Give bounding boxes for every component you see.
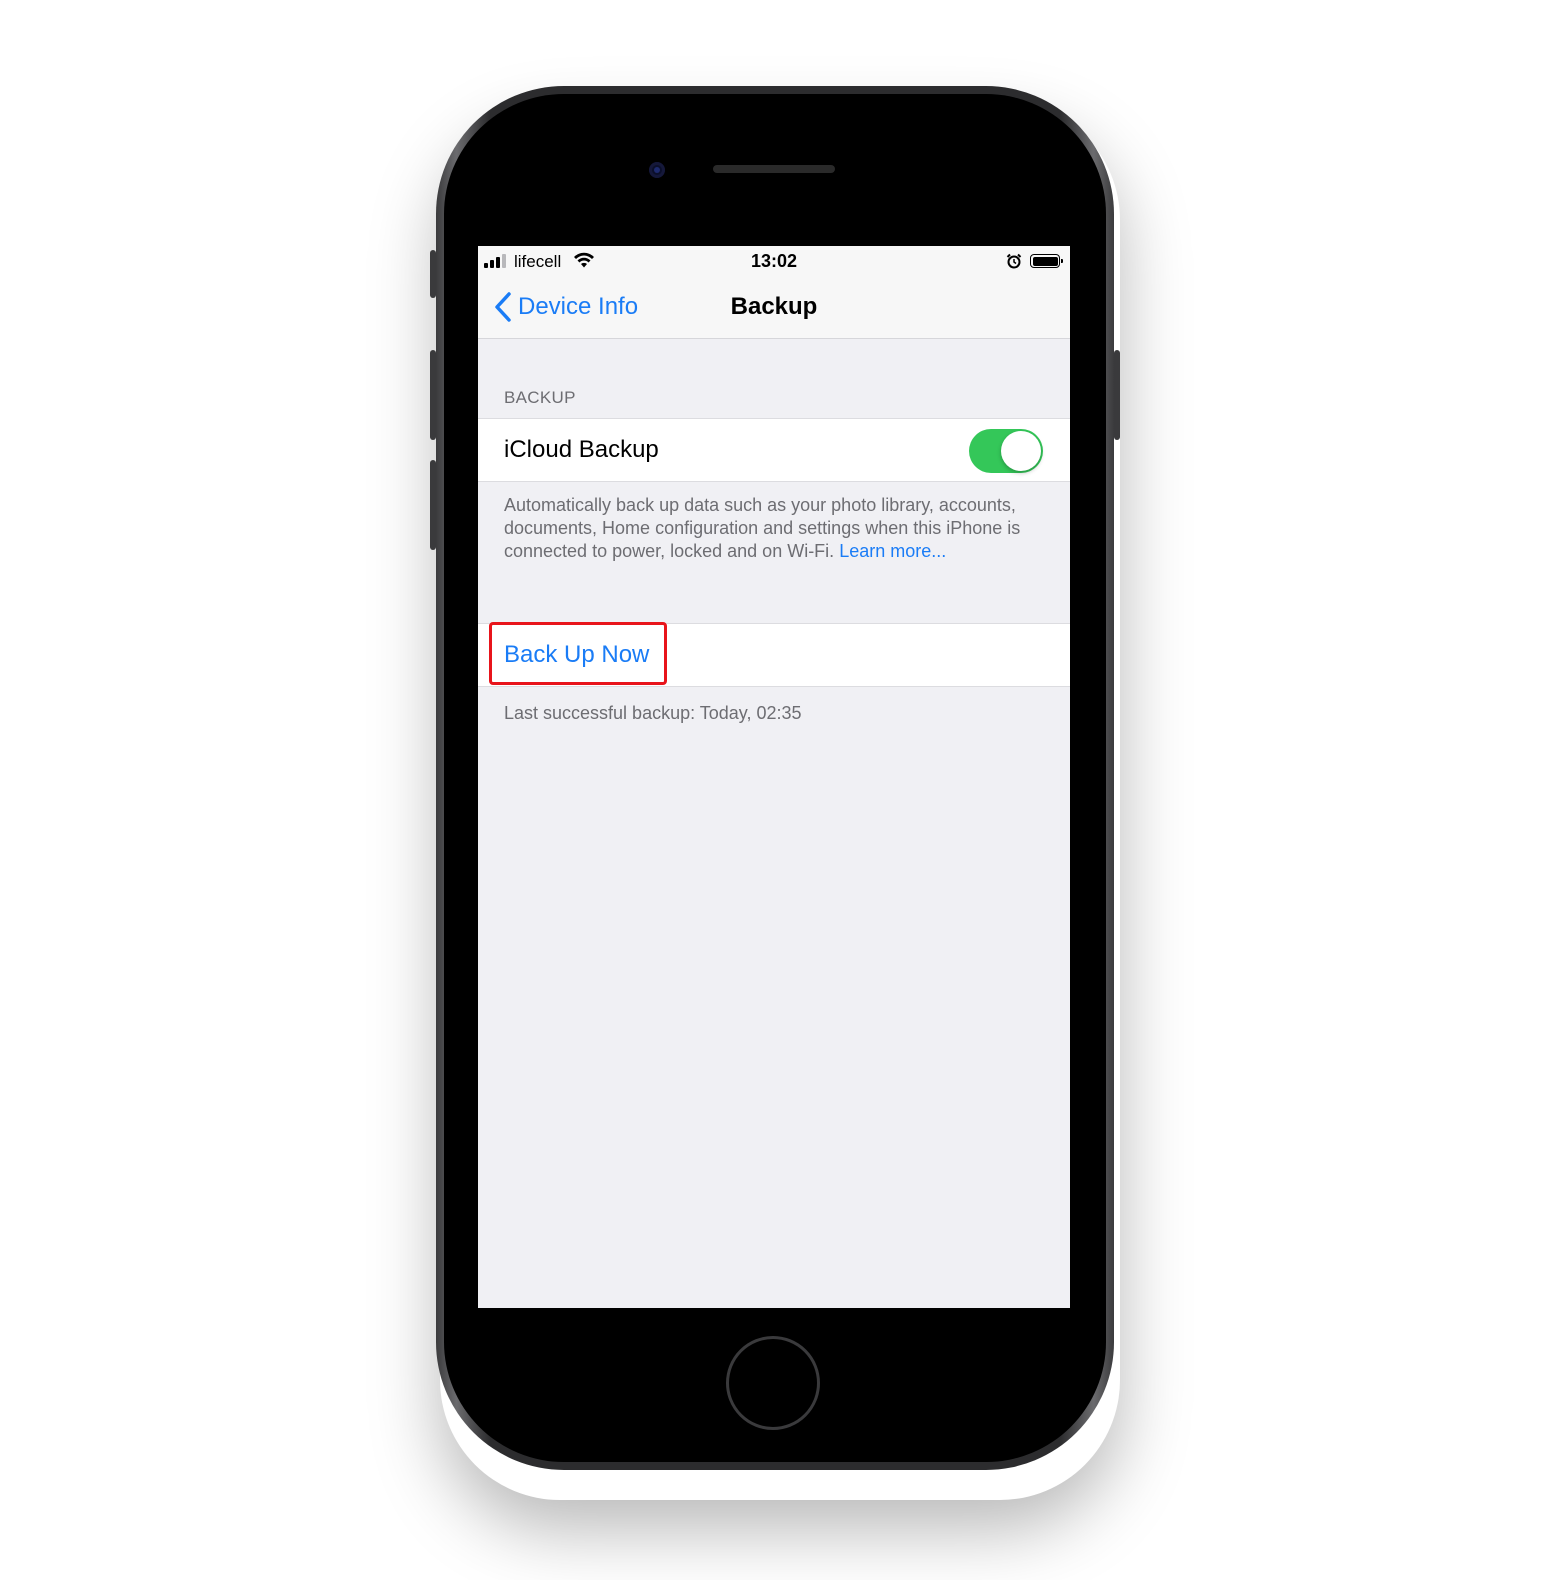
status-time: 13:02 <box>750 251 798 271</box>
highlight-annotation <box>489 622 667 685</box>
mute-switch <box>430 250 436 298</box>
power-button <box>1114 350 1120 440</box>
volume-up-button <box>430 350 436 440</box>
toggle-knob <box>1001 431 1041 471</box>
home-button[interactable] <box>726 1336 820 1430</box>
last-backup-status: Last successful backup: Today, 02:35 <box>504 703 802 723</box>
learn-more-link[interactable]: Learn more... <box>839 541 946 561</box>
icloud-backup-description: Automatically back up data such as your … <box>504 494 1050 563</box>
section-header-backup: BACKUP <box>504 388 576 407</box>
status-bar: lifecell 13:02 <box>478 246 1070 276</box>
alarm-icon <box>1006 253 1022 269</box>
earpiece-speaker <box>713 165 835 173</box>
navigation-bar: lifecell 13:02 Device Info Backup <box>478 246 1070 339</box>
battery-icon <box>1030 254 1063 268</box>
icloud-backup-toggle[interactable] <box>969 429 1043 473</box>
screen: lifecell 13:02 Device Info Backup BACKUP <box>478 246 1070 1308</box>
front-camera <box>649 162 665 178</box>
icloud-backup-label: iCloud Backup <box>504 436 659 463</box>
icloud-backup-cell: iCloud Backup <box>478 418 1070 482</box>
page-title: Backup <box>730 293 818 320</box>
volume-down-button <box>430 460 436 550</box>
